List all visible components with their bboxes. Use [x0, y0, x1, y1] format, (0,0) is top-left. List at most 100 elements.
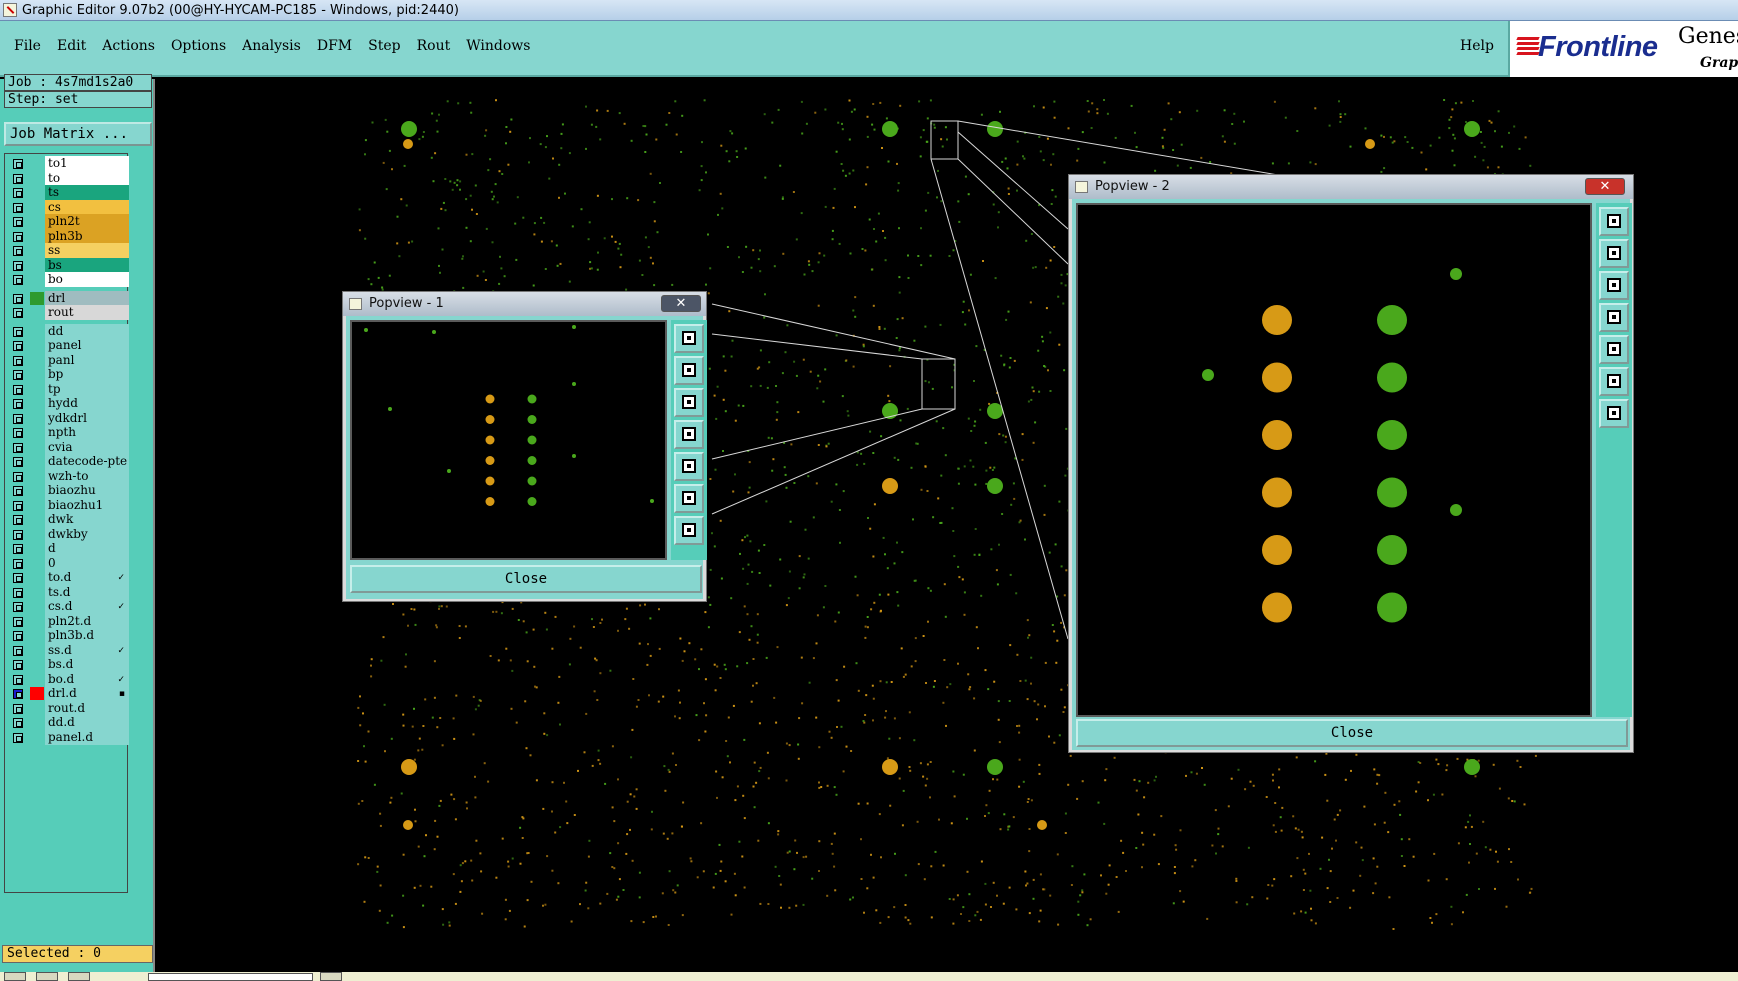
layer-checkbox[interactable]: [13, 486, 23, 496]
popview-1-titlebar[interactable]: Popview - 1 ✕: [343, 292, 706, 316]
status-button-1[interactable]: [4, 972, 26, 981]
menu-file[interactable]: File: [14, 38, 41, 54]
menu-step[interactable]: Step: [368, 38, 400, 54]
layer-row[interactable]: pln3b.d: [7, 628, 129, 643]
zoom-fit-icon[interactable]: [674, 484, 704, 513]
pan-left-icon[interactable]: [674, 420, 704, 449]
layer-checkbox[interactable]: [13, 159, 23, 169]
layer-row[interactable]: dd: [7, 323, 129, 339]
layer-row[interactable]: bo: [7, 272, 129, 287]
layer-row[interactable]: pln3b: [7, 228, 129, 244]
layer-row[interactable]: panl: [7, 352, 129, 368]
layer-row[interactable]: d: [7, 541, 129, 556]
layer-row[interactable]: dwkby: [7, 526, 129, 542]
pan-left-icon[interactable]: [1599, 303, 1629, 332]
layer-checkbox[interactable]: [13, 689, 23, 699]
menu-rout[interactable]: Rout: [417, 38, 451, 54]
layer-row[interactable]: ss: [7, 243, 129, 258]
layer-checkbox[interactable]: [13, 645, 23, 656]
layer-checkbox[interactable]: [13, 173, 23, 184]
menu-analysis[interactable]: Analysis: [242, 38, 301, 54]
close-icon[interactable]: ✕: [661, 295, 701, 312]
layer-row[interactable]: to.d ✓: [7, 570, 129, 585]
layer-checkbox[interactable]: [13, 732, 23, 743]
layer-checkbox[interactable]: [13, 703, 23, 714]
layer-checkbox[interactable]: [13, 573, 23, 583]
layer-row[interactable]: ts.d: [7, 584, 129, 600]
layer-checkbox[interactable]: [13, 370, 23, 380]
menu-windows[interactable]: Windows: [466, 38, 530, 54]
layer-checkbox[interactable]: [13, 602, 23, 612]
zoom-window-icon[interactable]: [674, 324, 704, 353]
layer-row[interactable]: cvia: [7, 439, 129, 455]
layer-row[interactable]: panel.d: [7, 729, 129, 745]
job-matrix-button[interactable]: Job Matrix ...: [4, 122, 152, 146]
layer-checkbox[interactable]: [13, 217, 23, 227]
layer-row[interactable]: dwk: [7, 512, 129, 527]
layer-checkbox[interactable]: [13, 544, 23, 554]
layer-row[interactable]: dd.d: [7, 715, 129, 730]
menu-options[interactable]: Options: [171, 38, 226, 54]
layer-row[interactable]: wzh-to: [7, 468, 129, 484]
popview-2-titlebar[interactable]: Popview - 2 ✕: [1069, 175, 1633, 199]
layer-row[interactable]: rout: [7, 305, 129, 320]
layer-row[interactable]: ydkdrl: [7, 410, 129, 426]
layer-checkbox[interactable]: [13, 260, 23, 271]
layer-row[interactable]: biaozhu1: [7, 497, 129, 513]
zoom-home-icon[interactable]: [674, 516, 704, 545]
layer-checkbox[interactable]: [13, 308, 23, 318]
popview-1-close-button[interactable]: Close: [350, 565, 702, 593]
layer-checkbox[interactable]: [13, 718, 23, 728]
layer-row[interactable]: to: [7, 170, 129, 186]
layer-checkbox[interactable]: [13, 442, 23, 453]
pan-up-icon[interactable]: [674, 356, 704, 385]
menu-actions[interactable]: Actions: [102, 38, 155, 54]
layer-checkbox[interactable]: [13, 428, 23, 438]
layer-row[interactable]: tp: [7, 381, 129, 397]
pan-right-icon[interactable]: [674, 452, 704, 481]
layer-row[interactable]: panel: [7, 338, 129, 353]
layer-checkbox[interactable]: [13, 246, 23, 256]
layer-row[interactable]: 0: [7, 555, 129, 571]
layer-checkbox[interactable]: [13, 355, 23, 366]
layer-checkbox[interactable]: [13, 384, 23, 395]
status-button-4[interactable]: [320, 972, 342, 981]
popview-2-close-button[interactable]: Close: [1076, 719, 1628, 747]
layer-row[interactable]: cs: [7, 199, 129, 215]
layer-checkbox[interactable]: [13, 515, 23, 525]
layer-checkbox[interactable]: [13, 500, 23, 511]
layer-row[interactable]: datecode-pte: [7, 454, 129, 469]
layer-row[interactable]: hydd: [7, 396, 129, 411]
layer-checkbox[interactable]: [13, 231, 23, 242]
layer-row[interactable]: ts: [7, 185, 129, 200]
layer-row[interactable]: bs: [7, 257, 129, 273]
layer-row[interactable]: pln2t: [7, 214, 129, 229]
popview-2-drawing[interactable]: [1078, 205, 1590, 715]
popview-1-drawing[interactable]: [352, 322, 665, 558]
close-icon[interactable]: ✕: [1585, 178, 1625, 195]
layer-row[interactable]: pln2t.d: [7, 613, 129, 629]
layer-checkbox[interactable]: [13, 341, 23, 351]
layer-checkbox[interactable]: [13, 660, 23, 670]
layer-row[interactable]: bp: [7, 367, 129, 382]
layer-row[interactable]: bs.d: [7, 657, 129, 672]
menu-dfm[interactable]: DFM: [317, 38, 352, 54]
layer-row[interactable]: drl.d ▪: [7, 686, 129, 701]
pan-up-icon[interactable]: [1599, 239, 1629, 268]
layer-checkbox[interactable]: [13, 529, 23, 540]
menu-edit[interactable]: Edit: [57, 38, 86, 54]
zoom-window-icon[interactable]: [1599, 207, 1629, 236]
layer-row[interactable]: ss.d ✓: [7, 642, 129, 658]
layer-checkbox[interactable]: [13, 413, 23, 424]
layer-row[interactable]: to1: [7, 156, 129, 171]
layer-checkbox[interactable]: [13, 674, 23, 685]
layer-checkbox[interactable]: [13, 471, 23, 482]
pan-down-icon[interactable]: [674, 388, 704, 417]
layer-row[interactable]: cs.d ✓: [7, 599, 129, 614]
zoom-home-icon[interactable]: [1599, 399, 1629, 428]
popview-2-view[interactable]: [1076, 203, 1592, 717]
menu-help[interactable]: Help: [1460, 38, 1494, 54]
layer-row[interactable]: drl: [7, 290, 129, 306]
zoom-fit-icon[interactable]: [1599, 367, 1629, 396]
status-button-3[interactable]: [68, 972, 90, 981]
